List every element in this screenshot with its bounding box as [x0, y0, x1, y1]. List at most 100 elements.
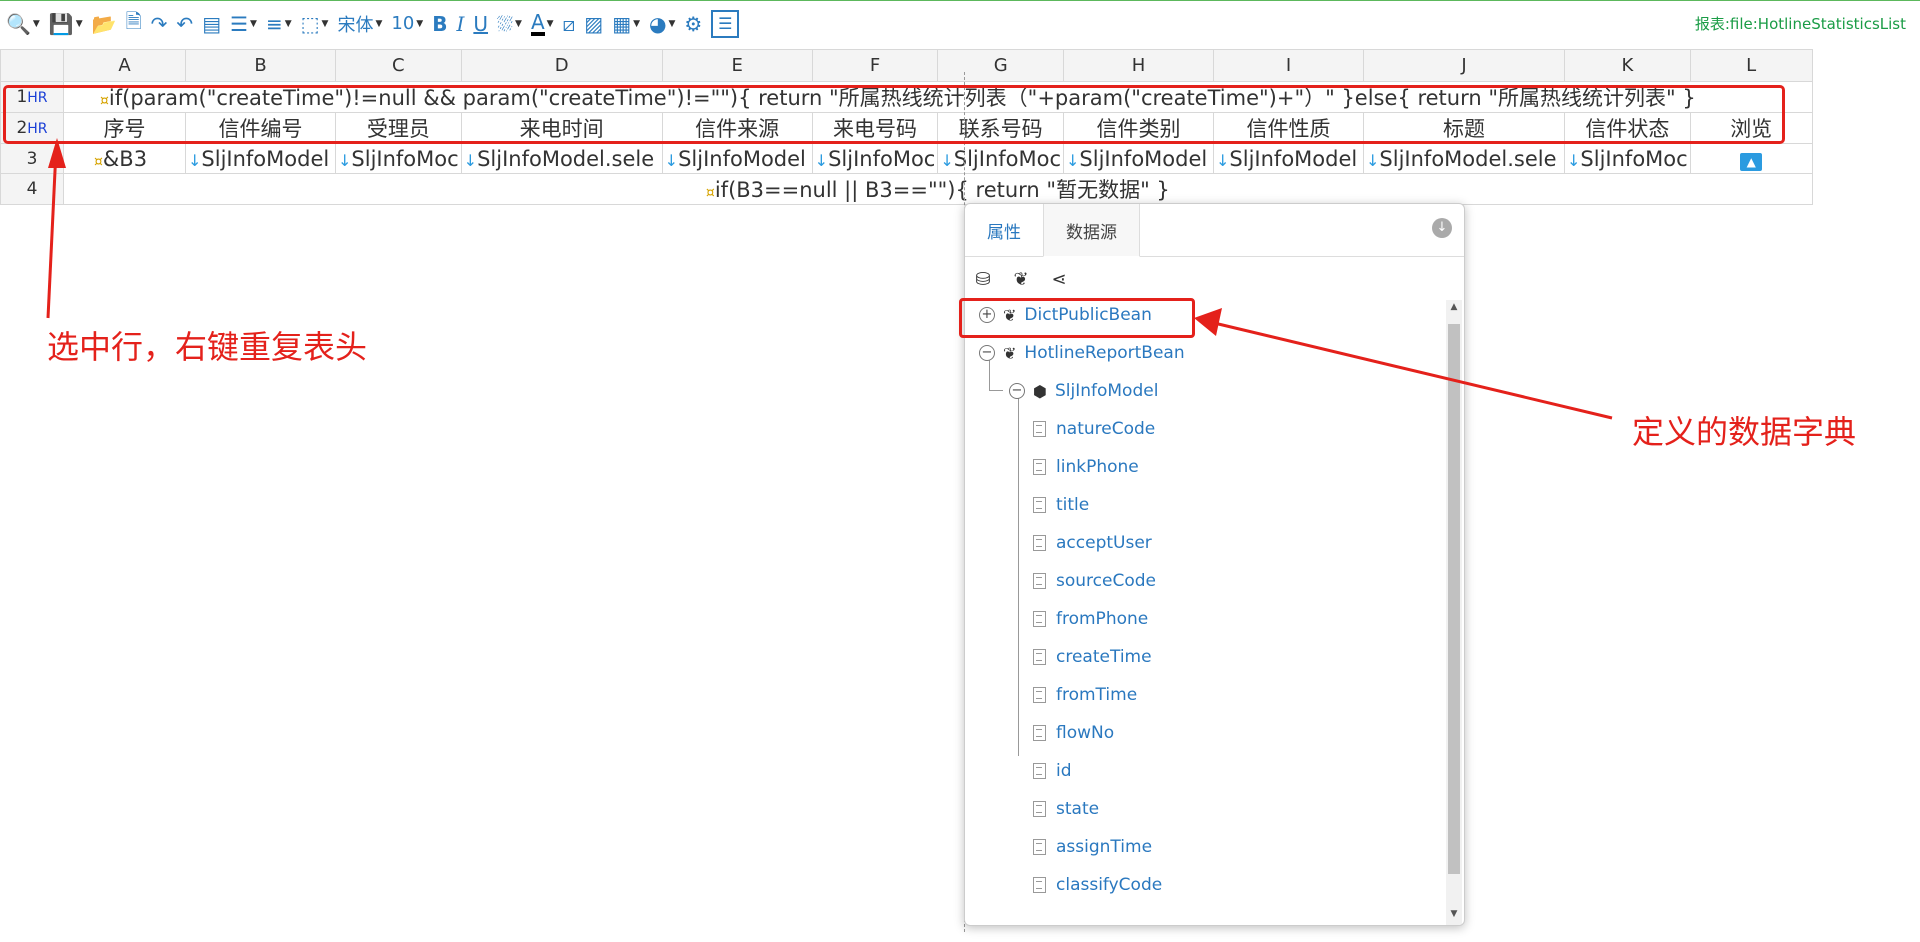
data-cell[interactable]: ↓SljInfoMoc — [811, 143, 939, 174]
tab-properties[interactable]: 属性 — [965, 204, 1043, 256]
column-header[interactable]: J — [1363, 49, 1566, 82]
data-cell[interactable]: ↓SljInfoMoc — [335, 143, 462, 174]
save-icon[interactable]: 💾 ▼ — [49, 9, 83, 39]
fill-color-icon[interactable]: ⛆ ▼ — [497, 9, 522, 39]
redo-icon[interactable]: ↷ — [151, 9, 168, 39]
data-cell[interactable]: ↓SljInfoModel — [185, 143, 336, 174]
tree-field[interactable]: assignTime — [1033, 832, 1152, 862]
download-icon[interactable]: ↓ — [1432, 218, 1452, 238]
column-header[interactable]: I — [1213, 49, 1365, 82]
header-cell[interactable]: 联系号码 — [937, 112, 1065, 144]
row-header[interactable]: 4 — [0, 173, 64, 205]
header-cell[interactable]: 受理员 — [335, 112, 462, 144]
tree-field[interactable]: title — [1033, 490, 1089, 520]
header-cell[interactable]: 信件状态 — [1564, 112, 1691, 144]
column-header[interactable]: K — [1564, 49, 1691, 82]
title-formula-cell[interactable]: ¤if(param("createTime")!=null && param("… — [63, 81, 1813, 113]
no-data-formula-cell[interactable]: ¤if(B3==null || B3==""){ return "暂无数据" } — [63, 173, 1813, 205]
tree-field[interactable]: flowNo — [1033, 718, 1114, 748]
header-cell[interactable]: 标题 — [1363, 112, 1566, 144]
header-cell[interactable]: 浏览 — [1689, 112, 1813, 144]
data-cell[interactable]: ↓SljInfoModel.sele — [1363, 143, 1566, 174]
column-header[interactable]: C — [335, 49, 462, 82]
column-header[interactable]: L — [1689, 49, 1813, 82]
list-icon[interactable]: ☰ — [711, 9, 740, 38]
header-cell[interactable]: 信件来源 — [661, 112, 813, 144]
scroll-down-icon[interactable]: ▼ — [1446, 909, 1462, 923]
scrollbar-thumb[interactable] — [1448, 324, 1460, 874]
tree-field[interactable]: createTime — [1033, 642, 1152, 672]
merge-cells-icon[interactable]: ▤ — [202, 9, 221, 39]
data-cell[interactable]: ↓SljInfoModel — [661, 143, 813, 174]
header-cell[interactable]: 信件类别 — [1063, 112, 1215, 144]
column-header[interactable]: B — [185, 49, 336, 82]
tree-field[interactable]: linkPhone — [1033, 452, 1139, 482]
header-cell[interactable]: 序号 — [63, 112, 186, 144]
expand-down-icon: ↓ — [664, 150, 679, 170]
column-header[interactable]: F — [811, 49, 939, 82]
data-cell[interactable]: ↓SljInfoMoc — [1564, 143, 1691, 174]
tree-field[interactable]: sourceCode — [1033, 566, 1156, 596]
tree-field[interactable]: fromTime — [1033, 680, 1137, 710]
field-icon — [1033, 687, 1046, 703]
panel-tabs: 属性 数据源 ↓ — [965, 204, 1464, 257]
underline-button[interactable]: U — [473, 9, 488, 39]
column-header[interactable]: E — [661, 49, 813, 82]
undo-icon[interactable]: ↶ — [176, 9, 193, 39]
tab-datasource[interactable]: 数据源 — [1043, 204, 1140, 257]
export-icon[interactable]: 🗎 — [126, 9, 142, 39]
data-cell[interactable]: ▲ — [1689, 143, 1813, 174]
row-header[interactable]: 1HR — [0, 81, 64, 113]
image-icon[interactable]: ▨ — [584, 9, 603, 39]
column-header[interactable]: H — [1063, 49, 1215, 82]
preview-icon[interactable]: 🔍 ▼ — [6, 9, 40, 39]
tree-node-hotlinereportbean[interactable]: − ❦ HotlineReportBean — [979, 338, 1185, 368]
qrcode-icon[interactable]: ▦ ▼ — [612, 9, 640, 39]
tree-field[interactable]: natureCode — [1033, 414, 1155, 444]
data-cell[interactable]: ↓SljInfoMoc — [937, 143, 1065, 174]
data-cell[interactable]: ↓SljInfoModel — [1063, 143, 1215, 174]
data-cell[interactable]: ↓SljInfoModel.sele — [460, 143, 663, 174]
column-header[interactable]: D — [460, 49, 663, 82]
font-family-select[interactable]: 宋体 ▼ — [337, 9, 382, 39]
row-header[interactable]: 3 — [0, 143, 64, 174]
italic-button[interactable]: I — [456, 9, 464, 39]
collapse-icon[interactable]: − — [979, 345, 995, 361]
field-icon — [1033, 649, 1046, 665]
collapse-icon[interactable]: − — [1009, 383, 1025, 399]
tree-node-sljinfomodel[interactable]: − ⬢ SljInfoModel — [1009, 376, 1158, 406]
header-cell[interactable]: 信件性质 — [1213, 112, 1365, 144]
data-cell[interactable]: ¤&B3 — [63, 143, 186, 174]
header-cell[interactable]: 来电时间 — [460, 112, 663, 144]
align-icon[interactable]: ☰ ▼ — [230, 9, 257, 39]
tree-field[interactable]: state — [1033, 794, 1099, 824]
column-header[interactable]: A — [63, 49, 186, 82]
row-header[interactable]: 2HR — [0, 112, 64, 144]
corner-cell[interactable] — [0, 49, 64, 82]
tree-field[interactable]: id — [1033, 756, 1072, 786]
bold-button[interactable]: B — [432, 9, 447, 39]
expand-down-icon: ↓ — [338, 150, 352, 170]
border-icon[interactable]: ⬚ ▼ — [301, 9, 329, 39]
data-cell[interactable]: ↓SljInfoModel — [1213, 143, 1365, 174]
font-color-button[interactable]: A ▼ — [530, 9, 554, 39]
header-cell[interactable]: 来电号码 — [811, 112, 939, 144]
font-size-select[interactable]: 10 ▼ — [391, 9, 423, 39]
tree-field[interactable]: fromPhone — [1033, 604, 1148, 634]
tree-field[interactable]: classifyCode — [1033, 870, 1162, 900]
database-icon[interactable]: ⛁ — [973, 269, 993, 290]
gear-icon[interactable]: ⚙ — [684, 9, 702, 39]
header-cell[interactable]: 信件编号 — [185, 112, 336, 144]
tree-node-dictpublicbean[interactable]: + ❦ DictPublicBean — [979, 300, 1152, 330]
column-header[interactable]: G — [937, 49, 1065, 82]
leaf-icon[interactable]: ❦ — [1011, 269, 1031, 290]
scroll-up-icon[interactable]: ▲ — [1446, 302, 1462, 316]
line-height-icon[interactable]: ≡ ▼ — [266, 9, 292, 39]
expand-icon[interactable]: + — [979, 307, 995, 323]
tree-field[interactable]: acceptUser — [1033, 528, 1152, 558]
diagonal-icon[interactable]: ⧄ — [563, 9, 576, 39]
open-folder-icon[interactable]: 📂 — [92, 9, 117, 39]
chart-icon[interactable]: ◕ ▼ — [649, 9, 675, 39]
panel-scrollbar[interactable]: ▲ ▼ — [1446, 300, 1462, 925]
share-icon[interactable]: ⋖ — [1049, 269, 1069, 290]
